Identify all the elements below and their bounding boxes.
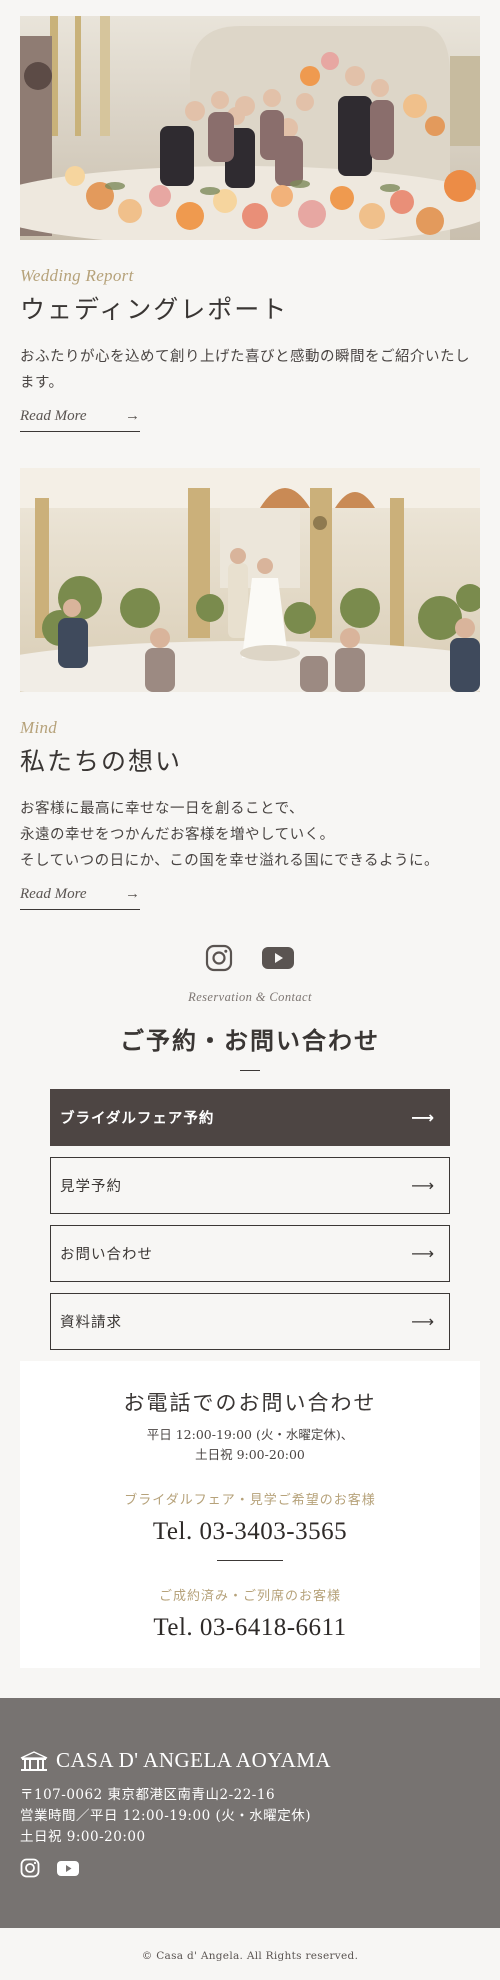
brochure-request-button[interactable]: 資料請求 ⟶ (50, 1293, 450, 1350)
phone-sub-bridal-fair: ブライダルフェア・見学ご希望のお客様 (124, 1493, 376, 1508)
read-more-label: Read More (20, 886, 87, 902)
contact-button[interactable]: お問い合わせ ⟶ (50, 1225, 450, 1282)
footer-brand: CASA D' ANGELA AOYAMA (56, 1748, 332, 1772)
wedding-report-heading: ウェディングレポート (20, 295, 289, 324)
divider (217, 1560, 283, 1561)
visit-reservation-button[interactable]: 見学予約 ⟶ (50, 1157, 450, 1214)
arrow-right-icon: ⟶ (411, 1108, 435, 1127)
arrow-right-icon: ⟶ (411, 1244, 435, 1263)
wedding-report-text: おふたりが心を込めて創り上げた喜びと感動の瞬間をご紹介いたします。 (20, 349, 470, 391)
arrow-right-icon: ⟶ (411, 1312, 435, 1331)
page: Wedding Report ウェディングレポート おふたりが心を込めて創り上げ… (0, 0, 500, 1980)
phone-hours-weekend: 土日祝 9:00-20:00 (195, 1447, 305, 1462)
mind-heading: 私たちの想い (20, 747, 183, 776)
mind-en-label: Mind (20, 718, 58, 737)
mind-photo[interactable] (20, 468, 480, 692)
button-label: お問い合わせ (60, 1247, 153, 1263)
mind-text-line: お客様に最高に幸せな一日を創ることで、 (20, 801, 304, 817)
phone-number-contracted[interactable]: Tel. 03-6418-6611 (30, 1614, 470, 1642)
button-label: ブライダルフェア予約 (60, 1110, 215, 1127)
mind-text-line: そしていつの日にか、この国を幸せ溢れる国にできるように。 (20, 853, 439, 869)
footer-hours: 営業時間／平日 12:00-19:00 (火・水曜定休) (20, 1808, 311, 1824)
mind-section: Mind 私たちの想い お客様に最高に幸せな一日を創ることで、 永遠の幸せをつか… (0, 432, 500, 910)
footer-logo[interactable]: CASA D' ANGELA AOYAMA (20, 1748, 480, 1773)
phone-sub-contracted: ご成約済み・ご列席のお客様 (158, 1589, 341, 1604)
youtube-icon[interactable] (56, 1858, 80, 1882)
footer-weekend-hours: 土日祝 9:00-20:00 (20, 1829, 146, 1845)
youtube-icon[interactable] (261, 944, 295, 976)
footer: CASA D' ANGELA AOYAMA 〒107-0062 東京都港区南青山… (0, 1698, 500, 1928)
read-more-label: Read More (20, 408, 87, 424)
arrow-right-icon: ⟶ (411, 1176, 435, 1195)
reservation-heading: ご予約・お問い合わせ (120, 1026, 380, 1055)
wedding-report-photo[interactable] (20, 16, 480, 240)
instagram-icon[interactable] (205, 944, 233, 976)
divider (240, 1070, 260, 1071)
mind-read-more-link[interactable]: Read More → (20, 886, 140, 910)
wedding-report-en-label: Wedding Report (20, 266, 134, 285)
phone-contact-box: お電話でのお問い合わせ 平日 12:00-19:00 (火・水曜定休)、 土日祝… (20, 1361, 480, 1668)
social-links (0, 944, 500, 976)
instagram-icon[interactable] (20, 1858, 40, 1882)
copyright: © Casa d' Angela. All Rights reserved. (0, 1928, 500, 1980)
footer-social-links (20, 1858, 480, 1882)
bridal-fair-reservation-button[interactable]: ブライダルフェア予約 ⟶ (50, 1089, 450, 1146)
footer-address-block: 〒107-0062 東京都港区南青山2-22-16 営業時間／平日 12:00-… (20, 1785, 480, 1848)
footer-address: 〒107-0062 東京都港区南青山2-22-16 (20, 1787, 276, 1803)
mind-image (20, 468, 480, 692)
arrow-right-icon: → (125, 886, 140, 902)
phone-hours: 平日 12:00-19:00 (火・水曜定休)、 土日祝 9:00-20:00 (30, 1425, 470, 1465)
mind-text-line: 永遠の幸せをつかんだお客様を増やしていく。 (20, 827, 335, 843)
button-label: 見学予約 (60, 1179, 122, 1195)
phone-number-bridal-fair[interactable]: Tel. 03-3403-3565 (30, 1518, 470, 1546)
reservation-buttons: ブライダルフェア予約 ⟶ 見学予約 ⟶ お問い合わせ ⟶ 資料請求 ⟶ (0, 1089, 500, 1350)
arrow-right-icon: → (125, 408, 140, 424)
wedding-report-read-more-link[interactable]: Read More → (20, 408, 140, 432)
wedding-report-image (20, 16, 480, 240)
wedding-report-section: Wedding Report ウェディングレポート おふたりが心を込めて創り上げ… (0, 0, 500, 432)
reservation-en-label: Reservation & Contact (188, 990, 312, 1004)
phone-hours-weekday: 平日 12:00-19:00 (火・水曜定休)、 (146, 1427, 354, 1442)
building-logo-icon (20, 1750, 48, 1771)
phone-title: お電話でのお問い合わせ (123, 1391, 377, 1415)
mind-text: お客様に最高に幸せな一日を創ることで、 永遠の幸せをつかんだお客様を増やしていく… (20, 796, 480, 874)
button-label: 資料請求 (60, 1315, 122, 1331)
